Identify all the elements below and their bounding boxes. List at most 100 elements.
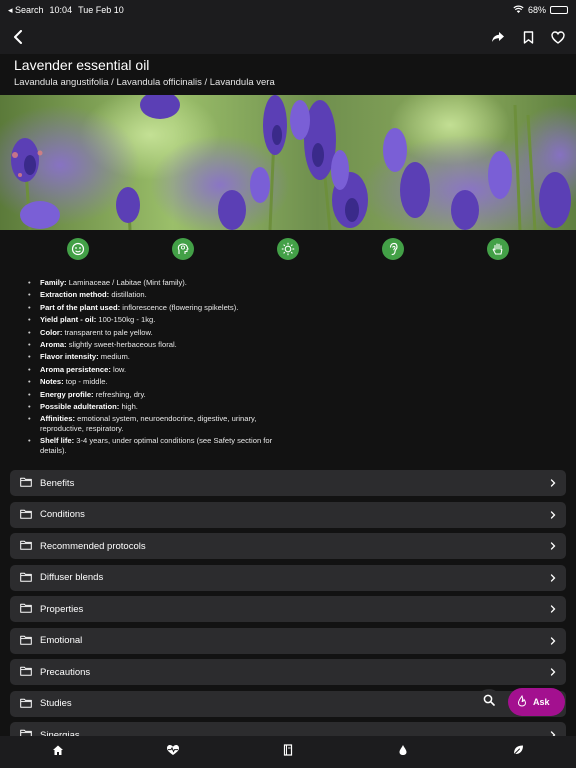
fact-item: Possible adulteration: high. xyxy=(28,402,298,412)
chevron-right-icon xyxy=(550,506,556,524)
status-date: Tue Feb 10 xyxy=(78,5,124,15)
folder-icon xyxy=(20,632,32,650)
section-diffuser-blends[interactable]: Diffuser blends xyxy=(10,564,566,591)
ear-icon[interactable] xyxy=(382,238,405,260)
section-label: Recommended protocols xyxy=(40,540,146,552)
folder-icon xyxy=(20,569,32,587)
section-label: Conditions xyxy=(40,509,85,520)
section-precautions[interactable]: Precautions xyxy=(10,659,566,685)
bookmark-icon[interactable] xyxy=(520,29,536,45)
home-icon xyxy=(52,743,64,761)
section-label: Diffuser blends xyxy=(40,572,104,583)
section-benefits[interactable]: Benefits xyxy=(10,470,566,496)
battery-icon xyxy=(550,6,568,14)
book-icon xyxy=(283,743,293,761)
fact-item: Part of the plant used: inflorescence (f… xyxy=(28,303,298,313)
facts-list: Family: Laminaceae / Labitae (Mint famil… xyxy=(28,278,556,455)
fact-item: Energy profile: refreshing, dry. xyxy=(28,390,298,400)
tab-oils[interactable] xyxy=(346,736,461,768)
status-bar: ◂ Search 10:04 Tue Feb 10 68% xyxy=(0,0,576,20)
fact-label: Notes: xyxy=(40,377,64,387)
section-recommended-protocols[interactable]: Recommended protocols xyxy=(10,533,566,559)
drop-flame-icon xyxy=(516,694,528,709)
fact-value: distillation. xyxy=(109,290,147,300)
section-label: Emotional xyxy=(40,635,83,646)
fact-label: Flavor intensity: xyxy=(40,352,99,362)
folder-icon xyxy=(20,726,32,736)
fact-value: low. xyxy=(110,364,127,374)
heart-icon[interactable] xyxy=(550,29,566,45)
fact-item: Flavor intensity: medium. xyxy=(28,352,298,362)
chevron-right-icon xyxy=(550,537,556,555)
fact-item: Color: transparent to pale yellow. xyxy=(28,328,298,338)
section-label: Precautions xyxy=(40,666,91,678)
tab-bar xyxy=(0,736,576,768)
section-label: Studies xyxy=(40,698,72,709)
hand-icon[interactable] xyxy=(487,238,510,260)
share-icon[interactable] xyxy=(490,29,506,45)
folder-icon xyxy=(20,663,32,681)
status-time: 10:04 xyxy=(49,5,73,15)
fact-item: Yield plant - oil: 100-150kg - 1kg. xyxy=(28,315,298,325)
wifi-icon xyxy=(513,5,524,15)
page-title: Lavender essential oil xyxy=(14,57,150,73)
folder-icon xyxy=(20,474,32,492)
fact-value: transparent to pale yellow. xyxy=(62,327,153,337)
nav-bar xyxy=(0,20,576,54)
section-label: Benefits xyxy=(40,477,75,489)
chevron-right-icon xyxy=(550,600,556,618)
fact-label: Part of the plant used: xyxy=(40,302,121,312)
search-button[interactable] xyxy=(476,689,502,715)
battery-percent: 68% xyxy=(527,5,546,15)
ask-label: Ask xyxy=(533,697,550,707)
face-icon[interactable] xyxy=(66,238,89,260)
fact-item: Notes: top - middle. xyxy=(28,377,298,387)
chevron-right-icon xyxy=(550,663,556,681)
fact-label: Extraction method: xyxy=(40,290,110,300)
section-sinergias[interactable]: Sinergias xyxy=(10,722,566,736)
folder-icon xyxy=(20,695,32,713)
tab-health[interactable] xyxy=(115,736,230,768)
ask-button[interactable]: Ask xyxy=(508,688,565,716)
fact-label: Aroma: xyxy=(40,339,67,349)
back-to-app-link[interactable]: ◂ Search xyxy=(8,5,44,16)
tab-home[interactable] xyxy=(0,736,115,768)
fact-label: Affinities: xyxy=(40,414,76,424)
search-icon xyxy=(483,693,495,711)
fact-item: Shelf life: 3-4 years, under optimal con… xyxy=(28,436,298,455)
section-label: Properties xyxy=(40,603,84,615)
fact-value: inflorescence (flowering spikelets). xyxy=(120,302,239,312)
section-properties[interactable]: Properties xyxy=(10,596,566,622)
tab-library[interactable] xyxy=(230,736,345,768)
hero-image xyxy=(0,95,576,230)
feature-icon-row xyxy=(0,230,576,268)
chevron-right-icon xyxy=(550,474,556,492)
brain-profile-icon[interactable] xyxy=(171,238,194,260)
fact-value: slightly sweet-herbaceous floral. xyxy=(66,339,177,349)
folder-icon xyxy=(20,537,32,555)
heart-pulse-icon xyxy=(166,743,180,761)
fact-value: refreshing, dry. xyxy=(93,389,146,399)
section-conditions[interactable]: Conditions xyxy=(10,501,566,528)
chevron-right-icon xyxy=(550,726,556,736)
fact-value: 3-4 years, under optimal conditions (see… xyxy=(40,436,273,455)
facts-panel: Family: Laminaceae / Labitae (Mint famil… xyxy=(0,268,576,468)
section-emotional[interactable]: Emotional xyxy=(10,627,566,654)
fact-value: top - middle. xyxy=(63,377,108,387)
fact-item: Family: Laminaceae / Labitae (Mint famil… xyxy=(28,278,298,288)
tab-plants[interactable] xyxy=(461,736,576,768)
sun-icon[interactable] xyxy=(276,238,299,260)
fact-label: Energy profile: xyxy=(40,389,94,399)
fact-label: Yield plant - oil: xyxy=(40,315,97,325)
fact-value: medium. xyxy=(98,352,130,362)
fact-value: 100-150kg - 1kg. xyxy=(96,315,156,325)
fact-value: Laminaceae / Labitae (Mint family). xyxy=(66,278,187,287)
folder-icon xyxy=(20,506,32,524)
fact-label: Possible adulteration: xyxy=(40,401,120,411)
chevron-right-icon xyxy=(550,569,556,587)
back-icon[interactable] xyxy=(10,29,26,45)
title-block: Lavender essential oil Lavandula angusti… xyxy=(0,54,576,96)
fact-label: Aroma persistence: xyxy=(40,364,111,374)
fact-value: high. xyxy=(119,401,138,411)
fact-item: Affinities: emotional system, neuroendoc… xyxy=(28,414,298,433)
